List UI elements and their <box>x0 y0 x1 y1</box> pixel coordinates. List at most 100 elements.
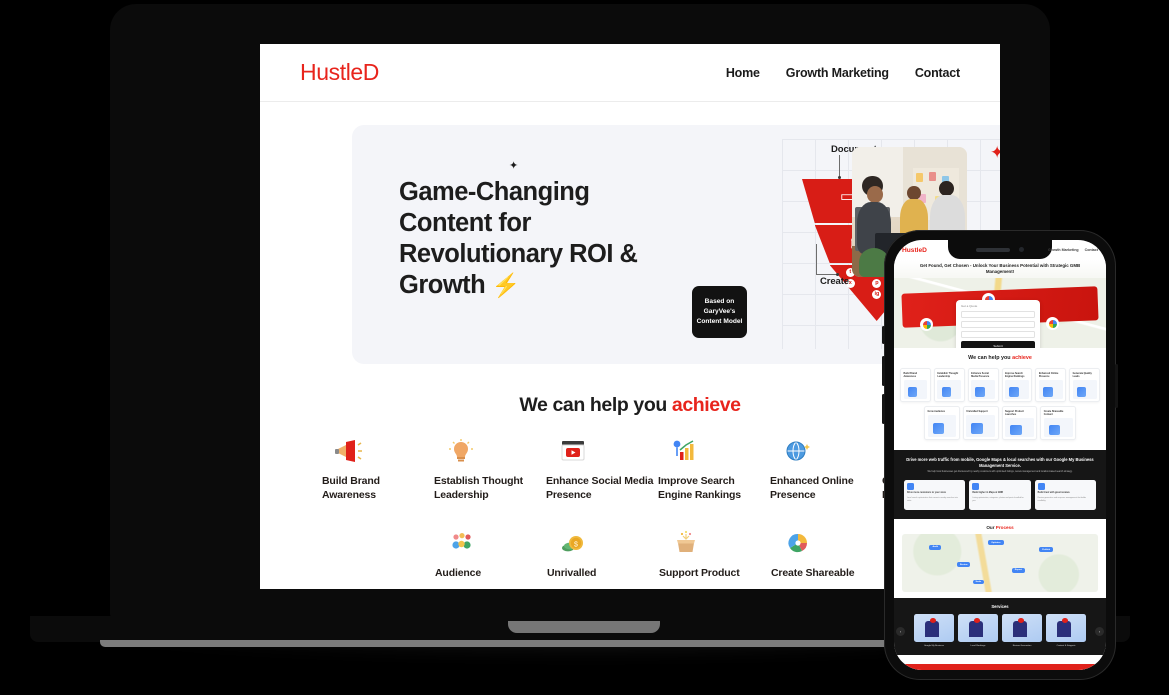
process-chip: Audit <box>929 544 942 550</box>
achieve-item-enhanced-online-presence[interactable]: Enhanced Online Presence <box>770 438 882 502</box>
phone-services-carousel: Google My Business Local Rankings Review… <box>900 614 1100 647</box>
phone-service-item[interactable]: Google My Business <box>914 614 954 647</box>
phone-mute-button[interactable] <box>882 326 885 344</box>
phone-card-title: Grow Audience <box>927 409 945 413</box>
phone-card-illustration <box>1043 418 1073 437</box>
bar-chart-icon <box>668 438 702 464</box>
leader-line-document <box>839 155 840 177</box>
social-dot-p: p <box>872 279 882 288</box>
achieve-item-label: Support Product <box>659 567 740 579</box>
phone-brand-logo[interactable]: HustleD <box>902 247 927 254</box>
phone-achieve-card[interactable]: Generate Quality Leads <box>1069 368 1100 402</box>
phone-card-illustration <box>903 380 928 399</box>
carousel-prev-icon[interactable]: ‹ <box>896 626 905 636</box>
phone-card-title: Create Shareable Content <box>1043 409 1064 416</box>
phone-process-prefix: Our <box>986 525 996 531</box>
phone-gmb-paragraph: We help local businesses get discovered … <box>927 471 1073 474</box>
phone-statistics-wrapper: Statistics 0 Managed Local Business List… <box>894 654 1106 670</box>
phone-nav-item-contact[interactable]: Contact <box>1085 248 1098 252</box>
pie-chart-icon <box>781 530 815 556</box>
phone-card-illustration <box>927 414 957 437</box>
phone-nav-links: Growth Marketing Contact <box>1048 248 1098 252</box>
phone-navbar: HustleD Growth Marketing Contact <box>894 240 1106 260</box>
phone-service-image <box>1046 614 1086 643</box>
hero-headline-line-4: Growth ⚡ <box>399 271 520 299</box>
phone-form-name-input[interactable] <box>961 311 1035 318</box>
garyvee-model-badge: Based on GaryVee's Content Model <box>692 286 747 338</box>
phone-achieve-card[interactable]: Unrivalled Support <box>962 406 999 440</box>
achieve-item-label: Audience <box>435 567 482 579</box>
phone-form-email-input[interactable] <box>961 321 1035 328</box>
phone-frame: HustleD Growth Marketing Contact Get Fou… <box>882 230 1118 680</box>
phone-service-image <box>958 614 998 643</box>
phone-achieve-card[interactable]: Improve Search Engine Rankings <box>1001 368 1033 402</box>
phone-achieve-card[interactable]: Create Shareable Content <box>1040 406 1076 440</box>
phone-nav-item-growth-marketing[interactable]: Growth Marketing <box>1048 248 1079 252</box>
phone-achieve-card[interactable]: Build Brand Awareness <box>900 368 931 402</box>
phone-service-item[interactable]: Content & Snippets <box>1046 614 1086 647</box>
phone-card-title: Support Product Launches <box>1005 409 1024 416</box>
people-group-icon <box>445 530 479 556</box>
phone-service-label: Content & Snippets <box>1056 644 1076 647</box>
phone-gmb-card[interactable]: Build trust with great reviews Review ge… <box>1034 480 1096 511</box>
nav-item-growth-marketing[interactable]: Growth Marketing <box>786 66 889 80</box>
phone-volume-down-button[interactable] <box>882 394 885 424</box>
phone-gmb-card-body: Listing optimisation, categories, photos… <box>972 496 1024 502</box>
leader-dot-document <box>837 176 841 179</box>
phone-card-title: Build Brand Awareness <box>903 371 918 378</box>
achieve-item-label: Enhance Social Media Presence <box>546 475 654 501</box>
phone-card-illustration <box>937 380 962 399</box>
hero-headline-line-3: Revolutionary ROI & <box>399 240 638 268</box>
social-dot-ig: ig <box>872 290 882 299</box>
process-chip: Review <box>956 562 971 567</box>
map-pin-icon <box>920 318 933 331</box>
phone-card-title: Enhance Social Media Presence <box>971 371 990 378</box>
achieve-item-unrivalled[interactable]: $ Unrivalled <box>547 530 659 581</box>
phone-gmb-card[interactable]: Drive more customers to your store Local… <box>904 480 966 511</box>
video-player-icon <box>556 438 590 464</box>
phone-services-heading: Services <box>991 604 1009 610</box>
laptop-base-notch <box>508 621 660 633</box>
achieve-item-create-shareable[interactable]: Create Shareable <box>771 530 883 581</box>
phone-process-map: Audit Optimise Publish Review Report Sca… <box>902 534 1098 593</box>
photo-person-face <box>866 186 884 203</box>
phone-gmb-heading: Drive more web traffic from mobile, Goog… <box>906 457 1094 468</box>
achieve-item-enhance-social-media-presence[interactable]: Enhance Social Media Presence <box>546 438 658 502</box>
phone-achieve-card[interactable]: Grow Audience <box>924 406 960 440</box>
achieve-item-establish-thought-leadership[interactable]: Establish Thought Leadership <box>434 438 546 502</box>
nav-item-contact[interactable]: Contact <box>915 66 960 80</box>
hero-headline: Game-Changing Content for Revolutionary … <box>399 177 649 301</box>
location-pin-icon <box>907 483 914 491</box>
hero-headline-line-1: Game-Changing <box>399 178 590 206</box>
phone-achieve-card[interactable]: Establish Thought Leadership <box>933 368 965 402</box>
carousel-next-icon[interactable]: › <box>1095 626 1104 636</box>
photo-note <box>916 173 924 182</box>
map-pin-icon <box>1046 317 1059 330</box>
phone-service-item[interactable]: Review Generation <box>1002 614 1042 647</box>
achieve-item-label: Enhanced Online Presence <box>770 475 854 501</box>
phone-service-label: Google My Business <box>923 644 945 647</box>
phone-form-submit-button[interactable]: Submit <box>961 341 1035 348</box>
phone-card-illustration <box>971 380 995 399</box>
phone-form-heading: Get a Quote <box>961 304 978 308</box>
phone-hero-section: Get Found, Get Chosen - Unlock Your Busi… <box>894 260 1106 348</box>
phone-achieve-card[interactable]: Enhanced Online Presence <box>1035 368 1067 402</box>
phone-achieve-card[interactable]: Enhance Social Media Presence <box>967 368 999 402</box>
brand-logo[interactable]: HustleD <box>300 59 379 86</box>
achieve-item-support-product[interactable]: Support Product <box>659 530 771 581</box>
achieve-item-label: Improve Search Engine Rankings <box>658 475 741 501</box>
nav-item-home[interactable]: Home <box>726 66 760 80</box>
phone-volume-up-button[interactable] <box>882 356 885 386</box>
achieve-item-build-brand-awareness[interactable]: Build Brand Awareness <box>322 438 434 502</box>
process-chip: Scale <box>972 579 985 585</box>
phone-service-item[interactable]: Local Rankings <box>958 614 998 647</box>
phone-gmb-card[interactable]: Rank higher in Maps & GMB Listing optimi… <box>969 480 1031 511</box>
achieve-item-label: Build Brand Awareness <box>322 475 380 501</box>
achieve-item-audience[interactable]: Audience <box>435 530 547 581</box>
phone-card-illustration <box>1005 380 1029 399</box>
phone-form-phone-input[interactable] <box>961 331 1035 338</box>
phone-achieve-card[interactable]: Support Product Launches <box>1001 406 1038 440</box>
achieve-item-improve-search-engine-rankings[interactable]: Improve Search Engine Rankings <box>658 438 770 502</box>
phone-card-title: Enhanced Online Presence <box>1038 371 1059 378</box>
phone-power-button[interactable] <box>1115 364 1118 408</box>
